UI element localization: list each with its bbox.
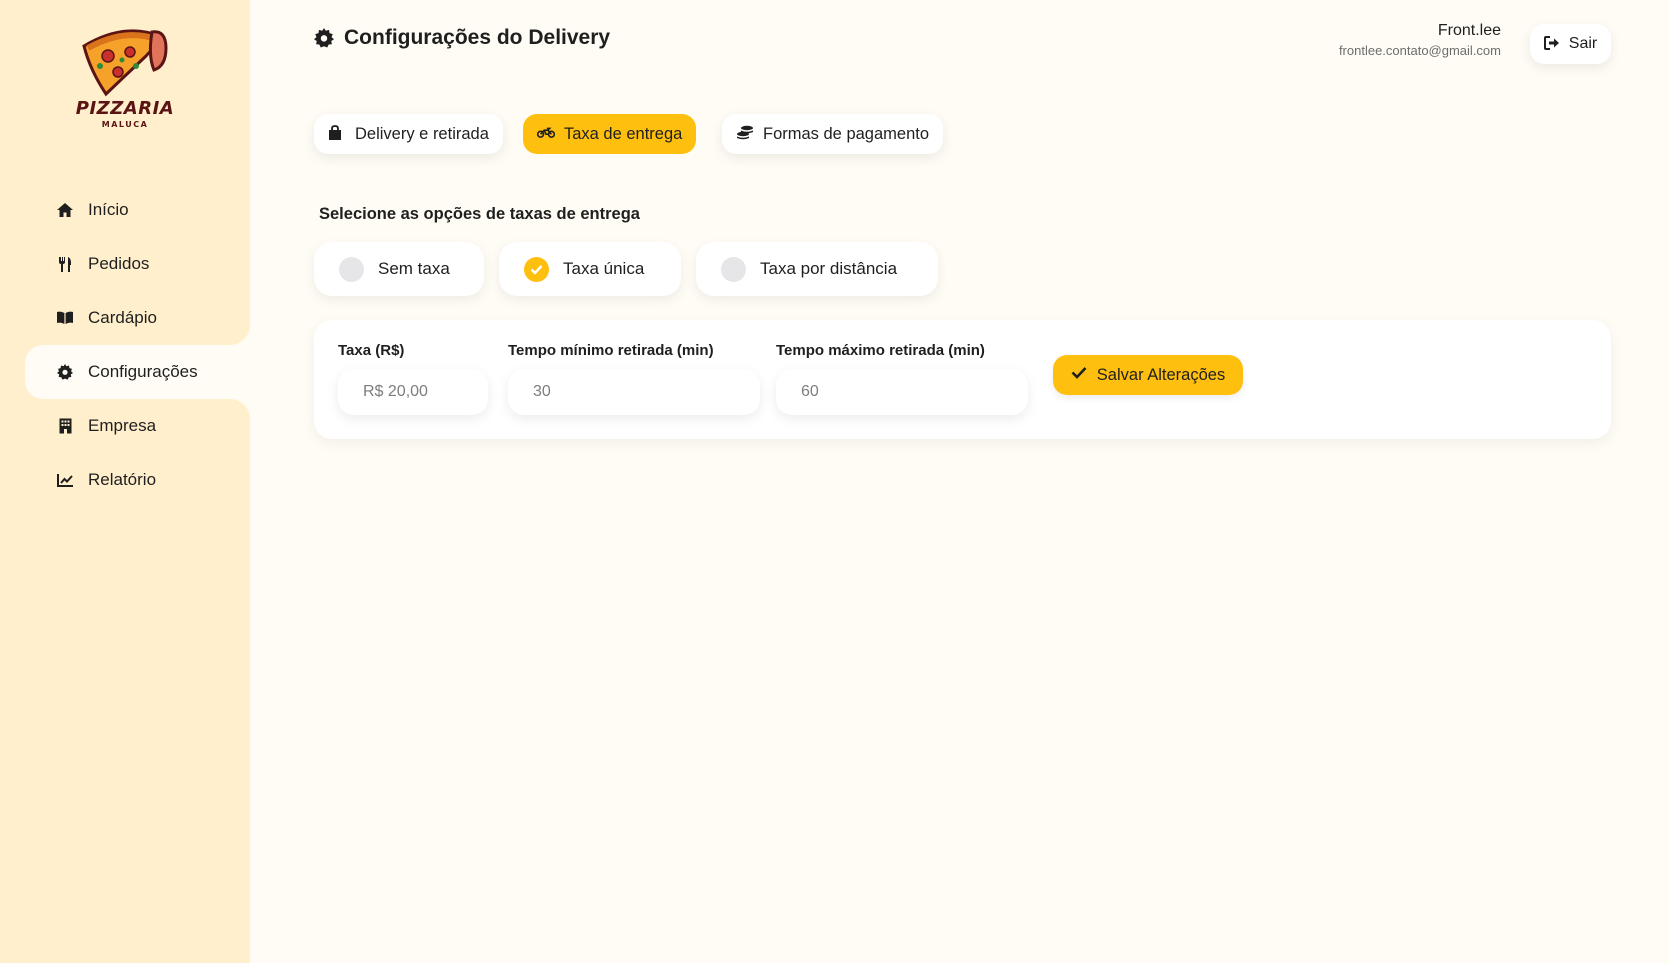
tab-label: Taxa de entrega [564, 124, 683, 143]
check-icon [1071, 366, 1089, 384]
motorcycle-icon [537, 125, 555, 143]
tab-label: Delivery e retirada [355, 124, 489, 143]
sidebar-item-relatorio[interactable]: Relatório [0, 453, 250, 507]
fee-option-taxa-distancia[interactable]: Taxa por distância [696, 242, 938, 296]
coins-icon [736, 125, 754, 143]
sidebar-item-cardapio[interactable]: Cardápio [0, 291, 250, 345]
save-button-label: Salvar Alterações [1096, 365, 1226, 384]
sidebar: PIZZARIA MALUCA Início Pedidos Cardápio [0, 0, 250, 963]
save-button[interactable]: Salvar Alterações [1053, 355, 1243, 395]
brand-subtitle: MALUCA [101, 120, 149, 129]
active-item-wrapper: Configurações [0, 325, 250, 419]
pizzaria-logo[interactable]: PIZZARIA MALUCA [74, 26, 176, 134]
min-time-input[interactable] [508, 369, 760, 415]
sidebar-item-empresa[interactable]: Empresa [0, 399, 250, 453]
brand-name: PIZZARIA [75, 98, 175, 119]
user-name: Front.lee [1437, 22, 1501, 39]
user-info: Front.lee frontlee.contato@gmail.com [1339, 22, 1501, 58]
sidebar-item-label: Pedidos [88, 254, 150, 273]
fee-option-label: Sem taxa [378, 259, 450, 278]
sidebar-item-label: Início [88, 200, 129, 219]
logout-button[interactable]: Sair [1530, 24, 1611, 64]
radio-unchecked [339, 256, 364, 282]
max-time-label: Tempo máximo retirada (min) [776, 342, 985, 359]
sidebar-item-label: Configurações [88, 362, 198, 381]
max-time-input[interactable] [776, 369, 1028, 415]
gear-icon [314, 28, 334, 48]
chart-line-icon [56, 471, 74, 489]
page-title-text: Configurações do Delivery [344, 26, 611, 49]
home-icon [56, 201, 74, 219]
tab-delivery-retirada[interactable]: Delivery e retirada [314, 114, 503, 154]
shopping-bag-icon [328, 125, 346, 143]
active-curve-top [230, 325, 250, 345]
check-circle-icon [524, 256, 549, 282]
sidebar-nav: Início Pedidos Cardápio Configurações Em… [0, 183, 250, 507]
sidebar-item-inicio[interactable]: Início [0, 183, 250, 237]
fee-option-label: Taxa por distância [760, 259, 898, 278]
sidebar-item-label: Empresa [88, 416, 157, 435]
building-icon [56, 417, 74, 435]
sidebar-item-label: Relatório [88, 470, 157, 489]
min-time-label: Tempo mínimo retirada (min) [508, 342, 714, 359]
pizza-logo-icon [82, 29, 168, 97]
logout-label: Sair [1568, 35, 1598, 52]
fee-option-sem-taxa[interactable]: Sem taxa [314, 242, 484, 296]
fee-label: Taxa (R$) [338, 342, 405, 359]
fee-options-label: Selecione as opções de taxas de entrega [319, 205, 640, 223]
user-email: frontlee.contato@gmail.com [1338, 43, 1501, 58]
sign-out-icon [1543, 36, 1560, 52]
gear-icon [56, 363, 74, 381]
radio-unchecked [721, 256, 746, 282]
book-open-icon [56, 309, 74, 327]
fee-option-label: Taxa única [563, 259, 645, 278]
tab-label: Formas de pagamento [763, 124, 930, 143]
fee-form-panel: Taxa (R$) Tempo mínimo retirada (min) Te… [314, 320, 1611, 439]
tab-formas-pagamento[interactable]: Formas de pagamento [722, 114, 944, 154]
utensils-icon [56, 255, 74, 273]
fee-input[interactable] [338, 369, 488, 415]
tab-taxa-entrega[interactable]: Taxa de entrega [523, 114, 697, 154]
fee-option-taxa-unica[interactable]: Taxa única [499, 242, 681, 296]
sidebar-item-pedidos[interactable]: Pedidos [0, 237, 250, 291]
sidebar-item-label: Cardápio [88, 308, 157, 327]
sidebar-item-configuracoes[interactable]: Configurações [25, 345, 250, 399]
page-title: Configurações do Delivery [314, 26, 610, 50]
